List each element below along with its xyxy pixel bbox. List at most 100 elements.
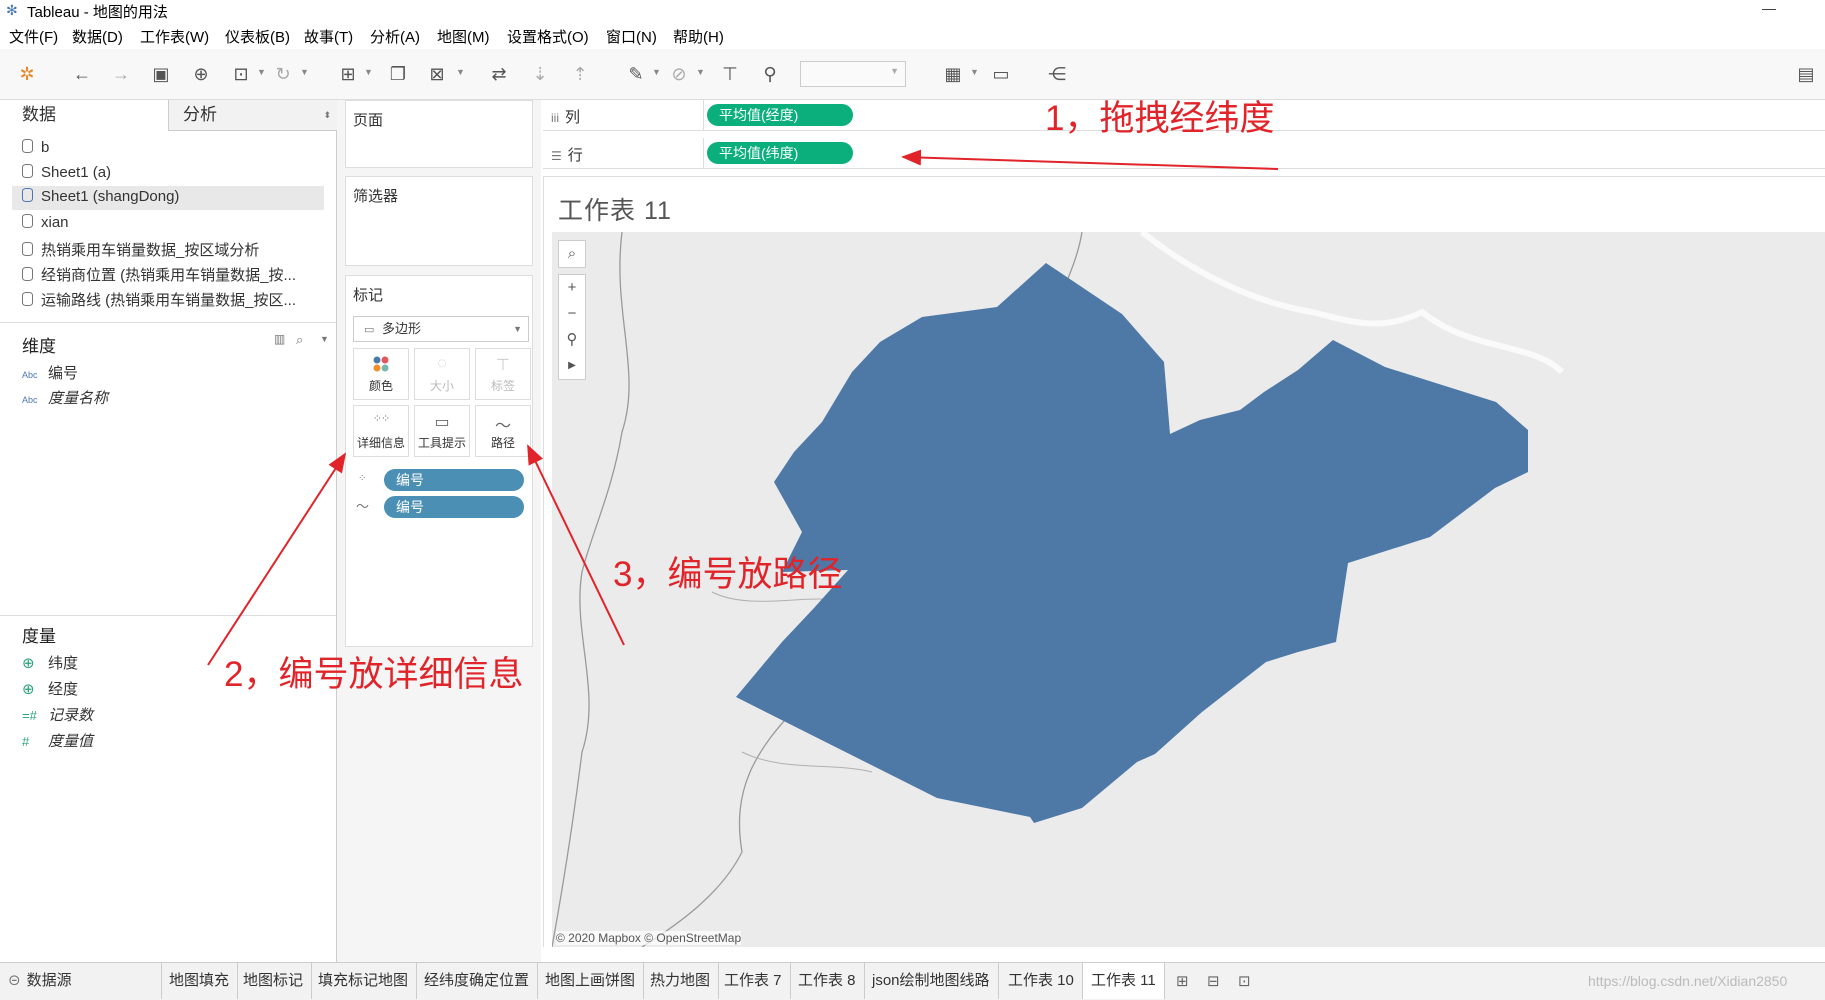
tab-sheet[interactable]: json绘制地图线路 xyxy=(864,963,999,999)
map-zoom-controls: + − ⚲ ▶ xyxy=(558,274,586,380)
view-toggle-icon[interactable]: ▥ xyxy=(274,332,285,346)
tab-data[interactable]: 数据 xyxy=(0,100,168,130)
redo-icon[interactable]: → xyxy=(110,63,132,85)
measure-field[interactable]: ⊕ 纬度 xyxy=(22,652,78,673)
swap-icon[interactable]: ⇄ xyxy=(488,63,510,85)
new-datasource-icon[interactable]: ⊕ xyxy=(190,63,212,85)
datasource-item[interactable]: 运输路线 (热销乘用车销量数据_按区... xyxy=(22,289,296,310)
pin-icon[interactable]: ⚲ xyxy=(559,327,585,353)
detail-pill[interactable]: 编号 xyxy=(384,469,524,491)
clear-sheet-icon[interactable]: ⊠ xyxy=(426,63,448,85)
minimize-icon[interactable]: — xyxy=(1762,0,1776,16)
fit-dropdown[interactable]: ▼ xyxy=(800,61,906,87)
size-button[interactable]: ◌ 大小 xyxy=(414,348,470,400)
presentation-mode-icon[interactable]: ▭ xyxy=(990,63,1012,85)
play-icon[interactable]: ▶ xyxy=(559,353,585,379)
tab-analysis[interactable]: 分析 ⬍ xyxy=(168,100,337,131)
annotation-step2: 2，编号放详细信息 xyxy=(224,655,524,694)
tab-sheet[interactable]: 地图上画饼图 xyxy=(537,963,645,999)
highlight-icon[interactable]: ✎ xyxy=(625,63,647,85)
menu-help[interactable]: 帮助(H) xyxy=(673,26,724,47)
dimensions-menu-icon[interactable]: ▼ xyxy=(320,334,329,344)
path-button[interactable]: 〜路径 xyxy=(475,405,531,457)
refresh-icon[interactable]: ↻ xyxy=(272,63,294,85)
path-pill[interactable]: 编号 xyxy=(384,496,524,518)
filters-card[interactable]: 筛选器 xyxy=(345,176,533,266)
tab-datasource[interactable]: ⊝ 数据源 xyxy=(0,963,162,999)
new-worksheet-icon[interactable]: ⊞ xyxy=(1176,972,1189,990)
database-icon xyxy=(22,242,33,256)
detail-button[interactable]: ⁘⁘ 详细信息 xyxy=(353,405,409,457)
measure-field[interactable]: ⊕ 经度 xyxy=(22,678,78,699)
measure-field[interactable]: =# 记录数 xyxy=(22,704,93,725)
search-icon[interactable]: ⌕ xyxy=(559,241,585,267)
sort-descending-icon[interactable]: ⇡ xyxy=(569,63,591,85)
datasource-item-selected[interactable]: Sheet1 (shangDong) xyxy=(12,186,324,210)
title-bar: ✻ Tableau - 地图的用法 — xyxy=(0,0,1825,21)
menu-format[interactable]: 设置格式(O) xyxy=(507,26,589,47)
datasource-item[interactable]: Sheet1 (a) xyxy=(22,164,111,181)
label-button[interactable]: ⊤ 标签 xyxy=(475,348,531,400)
menu-story[interactable]: 故事(T) xyxy=(304,26,353,47)
mark-type-dropdown[interactable]: ▭ 多边形 ▼ xyxy=(353,316,529,342)
menu-bar: 文件(F) 数据(D) 工作表(W) 仪表板(B) 故事(T) 分析(A) 地图… xyxy=(0,22,1825,48)
datasource-item[interactable]: xian xyxy=(22,214,69,231)
measure-field[interactable]: # 度量值 xyxy=(22,730,93,751)
duplicate-sheet-icon[interactable]: ❐ xyxy=(387,63,409,85)
path-icon: 〜 xyxy=(494,418,511,435)
map-search-button[interactable]: ⌕ xyxy=(558,240,586,268)
menu-analysis[interactable]: 分析(A) xyxy=(370,26,420,47)
tab-sheet[interactable]: 地图填充 xyxy=(161,963,239,999)
dimension-field[interactable]: Abc 编号 xyxy=(22,362,78,383)
group-icon[interactable]: ⊘ xyxy=(668,63,690,85)
menu-file[interactable]: 文件(F) xyxy=(9,26,58,47)
tab-sheet-active[interactable]: 工作表 11 xyxy=(1083,963,1165,999)
string-type-icon: Abc xyxy=(22,395,38,405)
search-icon[interactable]: ⌕ xyxy=(296,332,303,348)
columns-pill[interactable]: 平均值(经度) xyxy=(707,104,853,126)
zoom-out-icon[interactable]: − xyxy=(559,301,585,327)
color-button[interactable]: 颜色 xyxy=(353,348,409,400)
show-me-icon[interactable]: ▤ xyxy=(1795,63,1817,85)
save-icon[interactable]: ▣ xyxy=(150,63,172,85)
menu-dashboard[interactable]: 仪表板(B) xyxy=(225,26,290,47)
database-icon xyxy=(22,292,33,306)
tab-sheet[interactable]: 热力地图 xyxy=(642,963,720,999)
tab-sheet[interactable]: 工作表 10 xyxy=(1000,963,1083,999)
database-icon xyxy=(22,188,33,202)
tableau-home-icon[interactable]: ✲ xyxy=(16,63,38,85)
share-icon[interactable]: ⋲ xyxy=(1046,63,1068,85)
tab-sheet[interactable]: 填充标记地图 xyxy=(310,963,418,999)
undo-icon[interactable]: ← xyxy=(71,63,93,85)
new-dashboard-icon[interactable]: ⊟ xyxy=(1207,972,1220,990)
rows-pill[interactable]: 平均值(纬度) xyxy=(707,142,853,164)
new-story-icon[interactable]: ⊡ xyxy=(1238,972,1251,990)
sort-ascending-icon[interactable]: ⇣ xyxy=(529,63,551,85)
dimension-field[interactable]: Abc 度量名称 xyxy=(22,387,108,408)
datasource-item[interactable]: 热销乘用车销量数据_按区域分析 xyxy=(22,239,259,260)
show-labels-icon[interactable]: ⊤ xyxy=(719,63,741,85)
datasource-item[interactable]: 经销商位置 (热销乘用车销量数据_按... xyxy=(22,264,296,285)
tab-sheet[interactable]: 经纬度确定位置 xyxy=(416,963,539,999)
shandong-polygon[interactable] xyxy=(736,263,1528,823)
rows-icon: ☰ xyxy=(551,149,562,163)
pages-card[interactable]: 页面 xyxy=(345,100,533,168)
datasource-item[interactable]: b xyxy=(22,139,49,156)
annotation-step3: 3，编号放路径 xyxy=(613,555,843,594)
new-worksheet-icon[interactable]: ⊞ xyxy=(337,63,359,85)
menu-map[interactable]: 地图(M) xyxy=(437,26,490,47)
dimensions-header: 维度 xyxy=(22,337,56,356)
zoom-in-icon[interactable]: + xyxy=(559,275,585,301)
pause-updates-icon[interactable]: ⊡ xyxy=(230,63,252,85)
menu-worksheet[interactable]: 工作表(W) xyxy=(140,26,209,47)
tooltip-button[interactable]: ▭ 工具提示 xyxy=(414,405,470,457)
show-cards-icon[interactable]: ▦ xyxy=(942,63,964,85)
menu-window[interactable]: 窗口(N) xyxy=(606,26,657,47)
tab-sheet[interactable]: 工作表 8 xyxy=(790,963,865,999)
watermark: https://blog.csdn.net/Xidian2850 xyxy=(1588,973,1788,989)
rows-shelf[interactable]: ☰ 行 平均值(纬度) xyxy=(543,138,1825,169)
pin-icon[interactable]: ⚲ xyxy=(759,63,781,85)
menu-data[interactable]: 数据(D) xyxy=(72,26,123,47)
tab-sheet[interactable]: 地图标记 xyxy=(235,963,313,999)
tab-sheet[interactable]: 工作表 7 xyxy=(716,963,791,999)
